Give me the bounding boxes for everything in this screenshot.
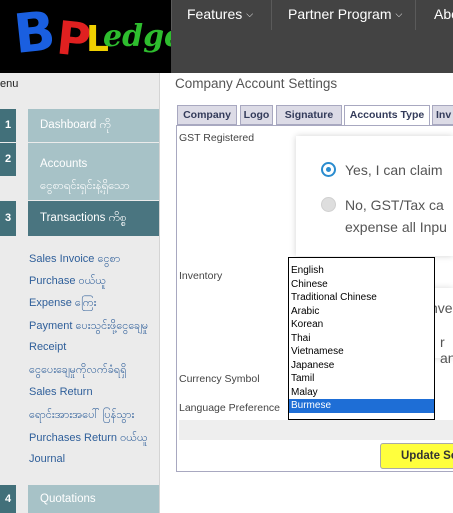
sidebar-link-expense[interactable]: Expense ကြေး (29, 296, 96, 312)
section-number-3: 3 (0, 201, 16, 236)
language-option[interactable]: Japanese (289, 359, 434, 373)
settings-tabs: Company Logo Signature Accounts Type Inv (174, 103, 453, 126)
section-label: Quotations (40, 493, 96, 505)
language-option[interactable]: English (289, 264, 434, 278)
nav-features-label: Features (187, 6, 243, 22)
nav-about-label: Abo (434, 6, 453, 22)
section-sublabel: ငွေစာရင်းရှင်းနဲ့ရှိသော (40, 180, 130, 192)
form-footer-bar (179, 420, 453, 440)
language-option[interactable]: Tamil (289, 372, 434, 386)
sidebar-link-sales-invoice[interactable]: Sales Invoice ငွေစာ (29, 252, 120, 268)
section-label: Transactions ကိစ္စ (40, 212, 127, 224)
gst-options-card (296, 136, 453, 256)
bpledger-logo[interactable]: B P L edger (0, 0, 171, 73)
inventory-label: Inventory (179, 270, 223, 282)
gst-registered-label: GST Registered (179, 132, 255, 144)
sidebar-section-transactions[interactable]: Transactions ကိစ္စ (28, 201, 159, 236)
sidebar-link-sales-return[interactable]: Sales Return (29, 386, 93, 398)
sidebar-link-purchases-return[interactable]: Purchases Return ဝယ်ယူ (29, 431, 148, 447)
language-option[interactable]: Korean (289, 318, 434, 332)
nav-partner-program[interactable]: Partner Program ⌵ (271, 0, 415, 30)
gst-no-label-line2: expense all Inpu (345, 219, 447, 235)
sidebar: enu 1 Dashboard ကို 2 Accounts ငွေစာရင်း… (0, 73, 160, 513)
tab-accounts-type[interactable]: Accounts Type (344, 105, 430, 126)
tab-inventory[interactable]: Inv (432, 105, 453, 125)
nav-partner-label: Partner Program (288, 6, 392, 22)
sidebar-link-payment[interactable]: Payment ပေးသွင်းဖို့ငွေချေမှု (29, 319, 148, 335)
update-settings-button[interactable]: Update Se (380, 443, 453, 469)
tab-logo[interactable]: Logo (240, 105, 273, 125)
language-option[interactable]: Thai (289, 332, 434, 346)
gst-yes-label: Yes, I can claim (345, 162, 443, 178)
language-option[interactable]: Traditional Chinese (289, 291, 434, 305)
chevron-down-icon: ⌵ (395, 9, 403, 19)
sidebar-link-purchase[interactable]: Purchase ဝယ်ယူ (29, 274, 106, 290)
sidebar-section-accounts[interactable]: Accounts ငွေစာရင်းရှင်းနဲ့ရှိသော (28, 143, 159, 200)
section-label: Dashboard ကို (40, 119, 111, 131)
language-option[interactable]: Arabic (289, 305, 434, 319)
nav-features[interactable]: Features ⌵ (171, 0, 271, 30)
sidebar-link-journal[interactable]: Journal (29, 453, 65, 465)
section-number-2: 2 (0, 143, 16, 176)
sidebar-link-receipt[interactable]: Receipt (29, 341, 66, 353)
sidebar-menu-label: enu (0, 78, 19, 90)
chevron-down-icon: ⌵ (246, 9, 254, 19)
logo-letters-edger: edger (103, 19, 171, 54)
tab-company[interactable]: Company (177, 105, 237, 125)
gst-yes-radio[interactable] (321, 162, 336, 177)
sidebar-link-receipt-burmese[interactable]: ငွေပေးချေမှုကိုလက်ခံရရှိ (29, 363, 127, 379)
page-title: Company Account Settings (175, 76, 338, 91)
currency-symbol-label: Currency Symbol (179, 373, 260, 385)
section-number-4: 4 (0, 485, 16, 513)
section-number-1: 1 (0, 109, 16, 142)
language-option[interactable]: Vietnamese (289, 345, 434, 359)
sidebar-section-quotations[interactable]: Quotations (28, 485, 159, 513)
language-option-selected[interactable]: Burmese (289, 399, 434, 413)
inventory-option-text-line2: r an (440, 334, 453, 366)
sidebar-section-dashboard[interactable]: Dashboard ကို (28, 109, 159, 142)
gst-no-radio[interactable] (321, 197, 336, 212)
language-preference-label: Language Preference (179, 402, 280, 414)
sidebar-link-sales-return-burmese[interactable]: ရောင်းအားအပေါ် ပြန်သွား (29, 408, 134, 424)
logo-letter-b: B (10, 0, 59, 66)
top-navbar: B P L edger Features⌵ Partner Program⌵ A… (0, 0, 453, 73)
tab-signature[interactable]: Signature (276, 105, 342, 125)
gst-no-label: No, GST/Tax ca (345, 197, 444, 213)
language-option[interactable]: Chinese (289, 278, 434, 292)
section-label: Accounts (40, 158, 88, 170)
language-dropdown-list[interactable]: English Chinese Traditional Chinese Arab… (288, 257, 435, 420)
nav-about[interactable]: Abo (415, 0, 453, 30)
language-option[interactable]: Malay (289, 386, 434, 400)
